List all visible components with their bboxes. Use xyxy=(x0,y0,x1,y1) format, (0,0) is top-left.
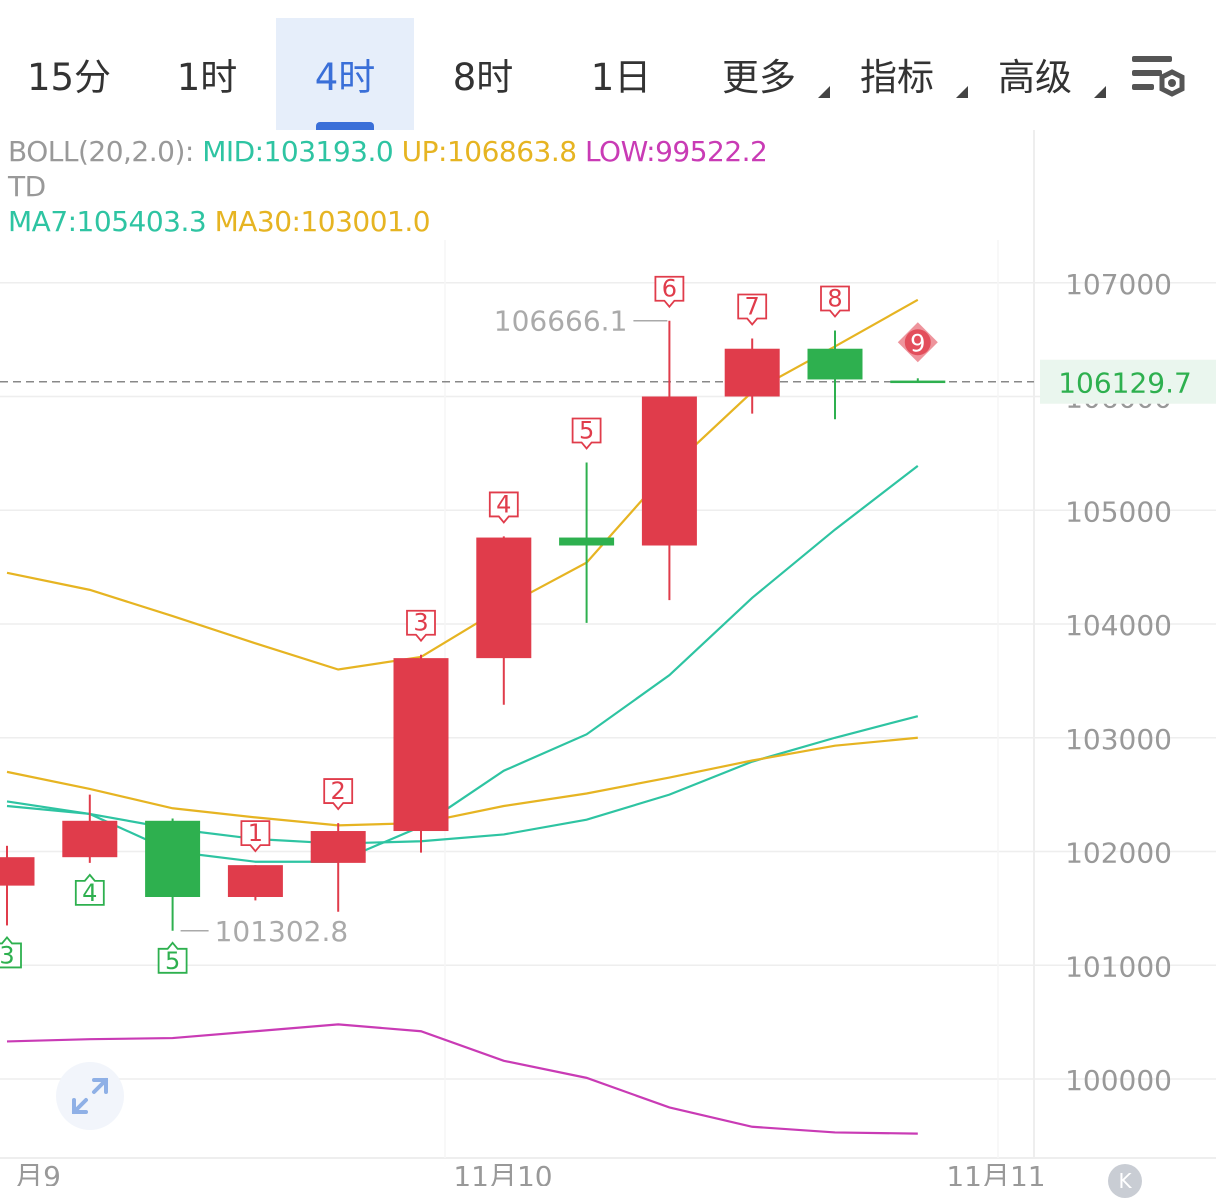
tab-label: 1日 xyxy=(590,56,652,99)
tab-7[interactable]: 高级 xyxy=(966,18,1106,130)
td-label: 4 xyxy=(82,879,97,907)
tab-label: 4时 xyxy=(314,56,376,99)
candle-body[interactable] xyxy=(641,396,697,546)
current-price-tag: 106129.7 xyxy=(1058,367,1192,400)
candle-body[interactable] xyxy=(145,820,201,897)
y-tick-label: 107000 xyxy=(1065,268,1172,301)
y-tick-label: 105000 xyxy=(1065,495,1172,528)
chart-settings-icon[interactable] xyxy=(1128,48,1190,104)
candle-body[interactable] xyxy=(0,857,35,886)
tab-label: 指标 xyxy=(860,56,934,99)
tab-4[interactable]: 1日 xyxy=(552,18,690,130)
tab-label: 1时 xyxy=(176,56,238,99)
x-tick-label: 月9 xyxy=(15,1160,61,1186)
tab-2[interactable]: 4时 xyxy=(276,18,414,130)
candle-body[interactable] xyxy=(393,658,449,832)
td-label: 2 xyxy=(331,777,346,805)
y-tick-label: 104000 xyxy=(1065,609,1172,642)
boll-low-value: LOW:99522.2 xyxy=(584,135,768,168)
y-tick-label: 100000 xyxy=(1065,1064,1172,1097)
tab-label: 更多 xyxy=(722,56,796,99)
td-label: 9 xyxy=(910,329,925,357)
td-label: 3 xyxy=(413,609,428,637)
tab-1[interactable]: 1时 xyxy=(138,18,276,130)
ma30-value: MA30:103001.0 xyxy=(214,205,431,238)
chart-canvas: 1000001010001020001030001040001050001060… xyxy=(0,130,1216,1186)
series-line-ma30 xyxy=(6,736,918,827)
tab-label: 8时 xyxy=(452,56,514,99)
candle-body[interactable] xyxy=(807,348,863,380)
series-line-ma7 xyxy=(6,715,919,845)
boll-prefix: BOLL(20,2.0): xyxy=(8,135,194,168)
td-label: 4 xyxy=(496,490,511,518)
tab-0[interactable]: 15分 xyxy=(0,18,138,130)
candle-body[interactable] xyxy=(559,537,615,546)
boll-legend: BOLL(20,2.0): MID:103193.0 UP:106863.8 L… xyxy=(8,135,768,168)
active-tab-indicator xyxy=(316,122,374,130)
td-label: 5 xyxy=(165,947,180,975)
x-tick-label: 11月11 xyxy=(946,1160,1045,1186)
ma-legend: MA7:105403.3 MA30:103001.0 xyxy=(8,205,431,238)
timeframe-tabs: 15分 1时 4时 8时 1日 更多 指标 高级 xyxy=(0,0,1216,130)
y-tick-label: 101000 xyxy=(1065,950,1172,983)
y-tick-label: 103000 xyxy=(1065,723,1172,756)
k-badge[interactable]: K xyxy=(1108,1164,1142,1198)
td-label: 3 xyxy=(0,941,15,969)
td-label: 7 xyxy=(745,292,760,320)
td-legend: TD xyxy=(8,170,46,203)
series-line-boll-up xyxy=(6,298,919,671)
boll-up-value: UP:106863.8 xyxy=(401,135,577,168)
td-label: 5 xyxy=(579,416,594,444)
candle-body[interactable] xyxy=(62,820,118,858)
expand-button[interactable] xyxy=(56,1062,124,1130)
candle-body[interactable] xyxy=(890,380,946,384)
tab-label: 高级 xyxy=(998,56,1072,99)
tab-5[interactable]: 更多 xyxy=(690,18,830,130)
tab-label: 15分 xyxy=(26,56,112,99)
ma7-value: MA7:105403.3 xyxy=(8,205,207,238)
x-tick-label: 11月10 xyxy=(453,1160,552,1186)
expand-icon xyxy=(72,1078,108,1114)
candle-body[interactable] xyxy=(724,348,780,397)
low-price-label: 101302.8 xyxy=(215,915,349,948)
td-label: 1 xyxy=(248,819,263,847)
boll-mid-value: MID:103193.0 xyxy=(202,135,394,168)
candlestick-chart[interactable]: 1000001010001020001030001040001050001060… xyxy=(0,130,1216,1198)
td-label: 8 xyxy=(827,285,842,313)
candle-body[interactable] xyxy=(227,865,283,897)
td-label: 6 xyxy=(662,275,677,303)
dropdown-caret-icon xyxy=(1094,86,1106,98)
candle-body[interactable] xyxy=(476,537,532,659)
y-tick-label: 102000 xyxy=(1065,837,1172,870)
candle-body[interactable] xyxy=(310,831,366,863)
tab-6[interactable]: 指标 xyxy=(828,18,968,130)
high-price-label: 106666.1 xyxy=(494,305,628,338)
tab-3[interactable]: 8时 xyxy=(414,18,552,130)
